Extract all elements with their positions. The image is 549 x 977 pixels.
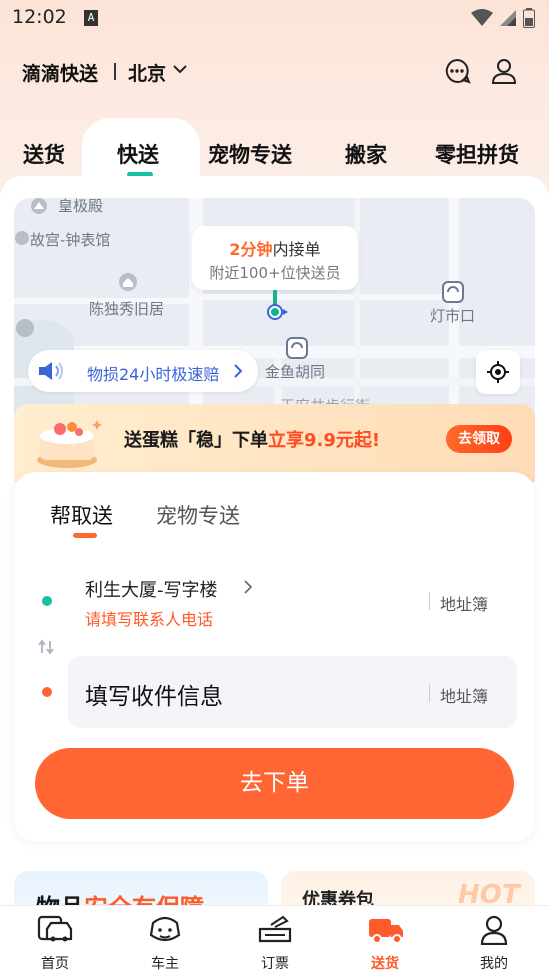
poi-icon-clock [15, 231, 29, 245]
locate-icon [487, 361, 509, 383]
speaker-icon [39, 362, 63, 380]
header-divider [114, 63, 116, 80]
map-label-dengshikou: 灯市口 [430, 307, 476, 325]
eta-highlight: 2分钟 [229, 240, 273, 259]
chevron-right-icon [234, 364, 243, 378]
address-book-divider [429, 684, 430, 702]
receiver-dot [42, 687, 52, 697]
app-header: 滴滴快送 北京 [0, 52, 549, 92]
promo-text: 送蛋糕「稳」下单立享9.9元起! [124, 426, 380, 452]
user-icon[interactable] [491, 57, 517, 85]
promo-text-prefix: 送蛋糕「稳」下单 [124, 430, 268, 451]
battery-icon [523, 8, 535, 28]
chevron-down-icon[interactable] [172, 62, 188, 76]
home-car-icon [37, 915, 73, 942]
poi-icon-left [16, 319, 34, 337]
tab-delivery[interactable]: 送货 [23, 139, 65, 169]
chevron-right-icon [244, 580, 253, 594]
eta-text: 内接单 [272, 240, 321, 259]
subway-icon [442, 281, 464, 303]
wifi-icon [471, 9, 493, 26]
poi-icon [31, 198, 47, 214]
sender-address-book[interactable]: 地址簿 [440, 591, 488, 615]
status-bar: 12:02 A [0, 0, 549, 40]
nav-home-label: 首页 [41, 956, 69, 972]
profile-icon [480, 915, 508, 945]
app-name: 滴滴快送 [22, 63, 99, 85]
sender-address[interactable]: 利生大厦-写字楼 [85, 576, 218, 602]
signal-icon [500, 10, 516, 26]
nav-profile[interactable]: 我的 [454, 905, 534, 977]
address-book-divider [429, 592, 430, 610]
receiver-info-field[interactable]: 填写收件信息 [85, 677, 223, 711]
message-icon[interactable] [443, 57, 471, 85]
nav-tickets[interactable]: 订票 [235, 905, 315, 977]
nav-profile-label: 我的 [480, 956, 508, 972]
tab-moving[interactable]: 搬家 [345, 139, 387, 169]
map-label-chen-duxiu: 陈独秀旧居 [89, 300, 165, 318]
insurance-chip[interactable]: 物损24小时极速赔 [28, 350, 258, 392]
location-pin-icon [267, 290, 288, 320]
truck-icon [369, 919, 403, 944]
status-icons [471, 8, 535, 28]
receiver-address-book[interactable]: 地址簿 [440, 683, 488, 707]
cake-icon [37, 420, 102, 468]
tab-pickup-delivery[interactable]: 帮取送 [50, 500, 113, 530]
promo-banner[interactable]: 送蛋糕「稳」下单立享9.9元起! 去领取 [14, 404, 535, 482]
notification-icon: A [84, 10, 98, 26]
tab-express[interactable]: 快送 [117, 139, 159, 169]
form-tab-indicator [73, 533, 97, 538]
map-label-clock-museum: 故宫-钟表馆 [30, 231, 111, 249]
locate-button[interactable] [476, 350, 520, 394]
tab-pet-express[interactable]: 宠物专送 [156, 500, 240, 530]
swap-icon[interactable] [37, 639, 55, 655]
city-selector[interactable]: 北京 [128, 59, 166, 86]
promo-highlight: 立享9.9元起! [268, 430, 381, 451]
poi-house-icon [119, 273, 137, 291]
nav-delivery[interactable]: 送货 [345, 905, 425, 977]
map-label-jinyu-hutong: 金鱼胡同 [265, 363, 326, 381]
insurance-text: 物损24小时极速赔 [87, 365, 220, 384]
nav-home[interactable]: 首页 [15, 905, 95, 977]
claim-button[interactable]: 去领取 [446, 425, 512, 453]
status-time: 12:02 [12, 6, 67, 28]
sender-dot [42, 596, 52, 606]
subway-icon [286, 337, 308, 359]
driver-icon [149, 916, 181, 942]
nav-delivery-label: 送货 [371, 956, 399, 972]
ticket-icon [258, 915, 292, 943]
nearby-couriers: 附近100+位快送员 [209, 264, 341, 282]
nav-driver-label: 车主 [151, 956, 179, 972]
tab-pet-delivery[interactable]: 宠物专送 [208, 139, 292, 169]
tab-ltl-freight[interactable]: 零担拼货 [435, 139, 519, 169]
eta-bubble: 2分钟内接单 附近100+位快送员 [192, 226, 358, 290]
nav-tickets-label: 订票 [261, 956, 289, 972]
map-label-huangjidian: 皇极殿 [58, 197, 104, 215]
place-order-button[interactable]: 去下单 [35, 748, 514, 819]
sender-phone-warning[interactable]: 请填写联系人电话 [85, 606, 213, 630]
nav-driver[interactable]: 车主 [125, 905, 205, 977]
